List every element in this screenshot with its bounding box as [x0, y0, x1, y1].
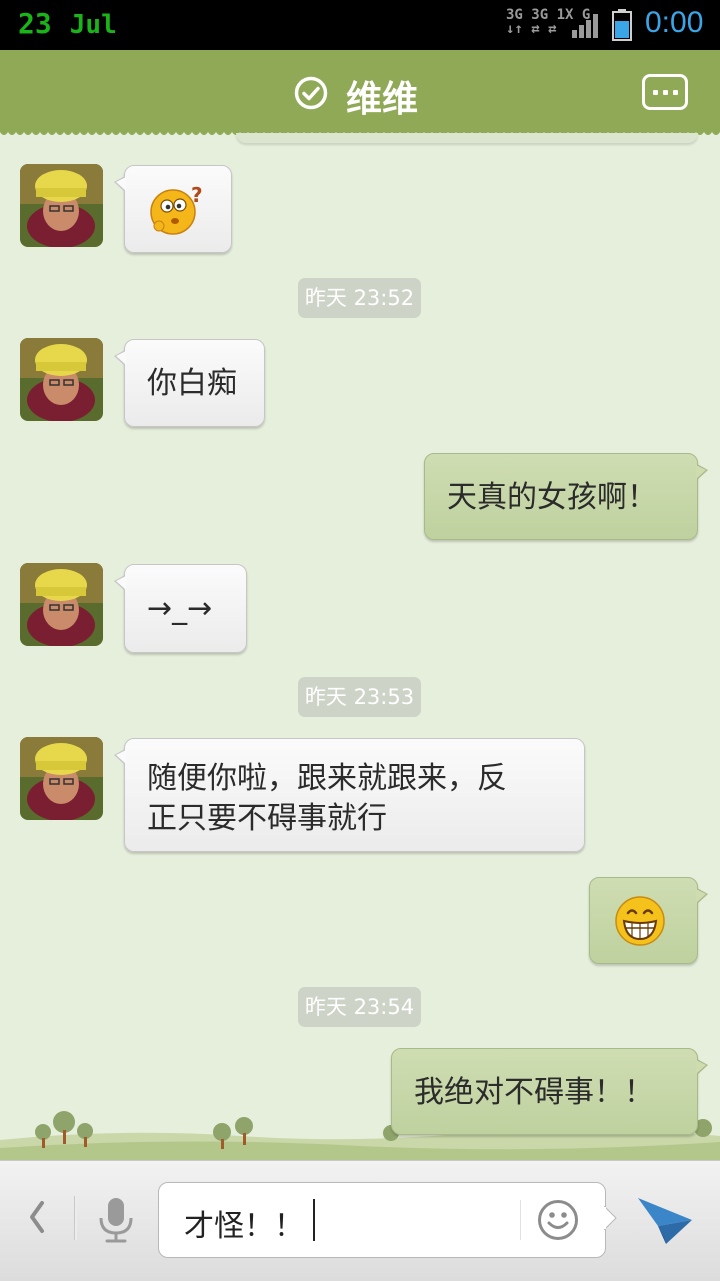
- message-text: 你白痴: [147, 366, 237, 401]
- status-date: 23 Jul: [18, 6, 117, 41]
- message-timestamp: 昨天 23:52: [298, 278, 421, 318]
- message-timestamp: 昨天 23:53: [298, 677, 421, 717]
- back-arrow-icon[interactable]: [24, 1195, 48, 1239]
- input-emoji-divider: [520, 1200, 521, 1240]
- contact-avatar[interactable]: [20, 164, 103, 247]
- contact-avatar[interactable]: [20, 563, 103, 646]
- svg-text:?: ?: [191, 184, 203, 207]
- message-bubble-incoming[interactable]: →_→: [114, 564, 247, 653]
- message-bubble-outgoing[interactable]: [589, 877, 708, 964]
- contact-avatar[interactable]: [20, 737, 103, 820]
- message-timestamp: 昨天 23:54: [298, 987, 421, 1027]
- message-text: →_→: [147, 591, 213, 626]
- avatar-photo-icon: [20, 338, 103, 421]
- message-bubble-outgoing[interactable]: 天真的女孩啊！: [424, 453, 708, 540]
- input-field-tail: [604, 1206, 617, 1230]
- message-bubble-incoming[interactable]: 你白痴: [114, 339, 265, 427]
- status-date-day: 23: [18, 7, 52, 40]
- contact-avatar[interactable]: [20, 338, 103, 421]
- message-text-line: 正只要不碍事就行: [147, 801, 387, 836]
- confused-question-emoji-icon: ?: [150, 184, 203, 235]
- message-text: 我绝对不碍事！！: [414, 1075, 654, 1110]
- message-bubble-outgoing[interactable]: 我绝对不碍事！！: [391, 1048, 708, 1135]
- avatar-photo-icon: [20, 737, 103, 820]
- check-circle-icon: [294, 76, 328, 110]
- pull-down-banner: [236, 133, 698, 143]
- smiley-icon[interactable]: [537, 1199, 579, 1241]
- microphone-icon[interactable]: [96, 1196, 136, 1244]
- text-cursor: [313, 1199, 315, 1241]
- status-bar: 23 Jul 3G 3G 1X G ↓↑ ⇄ ⇄ 0:00: [0, 0, 720, 50]
- menu-dot-icon: [663, 90, 668, 95]
- grinning-emoji-icon: [615, 896, 665, 946]
- message-bubble-incoming[interactable]: 随便你啦，跟来就跟来，反 正只要不碍事就行: [114, 738, 585, 852]
- chat-menu-button[interactable]: [642, 74, 688, 110]
- message-bubble-incoming[interactable]: ?: [114, 165, 232, 253]
- message-input-text: 才怪！！: [184, 1209, 304, 1244]
- battery-icon: [612, 9, 632, 41]
- avatar-photo-icon: [20, 164, 103, 247]
- menu-dot-icon: [673, 90, 678, 95]
- status-date-month: Jul: [69, 10, 117, 40]
- signal-strength-icon: [572, 14, 598, 38]
- avatar-photo-icon: [20, 563, 103, 646]
- message-text: 天真的女孩啊！: [447, 480, 657, 515]
- message-text-line: 随便你啦，跟来就跟来，反: [147, 761, 507, 796]
- send-icon[interactable]: [636, 1190, 694, 1248]
- status-time: 0:00: [645, 6, 704, 39]
- menu-dot-icon: [653, 90, 658, 95]
- chat-title: 维维: [346, 79, 419, 120]
- message-text: 随便你啦，跟来就跟来，反 正只要不碍事就行: [147, 759, 507, 839]
- input-divider: [74, 1196, 77, 1240]
